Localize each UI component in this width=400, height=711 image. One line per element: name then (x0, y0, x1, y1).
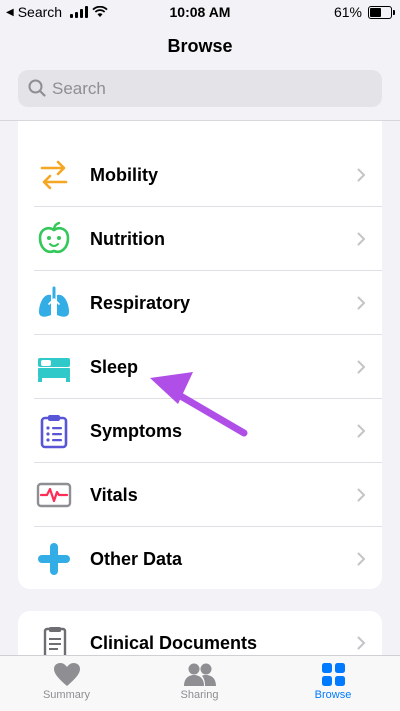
chevron-right-icon (357, 360, 366, 374)
category-row-vitals[interactable]: Vitals (18, 463, 382, 527)
clipboard-icon (40, 415, 68, 449)
page-title: Browse (167, 36, 233, 56)
lungs-icon (39, 286, 69, 317)
tab-summary[interactable]: Summary (0, 656, 133, 711)
chevron-right-icon (357, 296, 366, 310)
category-label: Other Data (90, 549, 183, 569)
category-row-symptoms[interactable]: Symptoms (18, 399, 382, 463)
search-icon (28, 79, 46, 97)
category-row-nutrition[interactable]: Nutrition (18, 207, 382, 271)
battery-percent: 61% (333, 4, 362, 20)
plus-icon (38, 543, 70, 575)
category-label: Respiratory (90, 293, 191, 313)
tab-label: Browse (314, 689, 352, 701)
apple-icon (38, 221, 70, 254)
category-label: Nutrition (90, 229, 165, 249)
tab-label: Summary (42, 689, 91, 701)
bed-icon (38, 358, 70, 382)
search-bar[interactable] (18, 70, 382, 107)
category-label: Sleep (90, 357, 139, 377)
battery-icon (368, 5, 395, 19)
grid-icon (321, 663, 345, 686)
chevron-right-icon (357, 424, 366, 438)
category-label: Symptoms (90, 421, 183, 441)
category-row-sleep[interactable]: Sleep (18, 335, 382, 399)
chevron-right-icon (357, 636, 366, 650)
tab-label: Sharing (180, 689, 219, 701)
chevron-right-icon (357, 168, 366, 182)
chevron-right-icon (357, 232, 366, 246)
people-icon (183, 663, 216, 686)
mobility-arrows-icon (40, 160, 68, 190)
heartbeat-monitor-icon (36, 482, 72, 508)
chevron-right-icon (357, 552, 366, 566)
heart-icon (53, 663, 80, 686)
partial-row-icon (40, 121, 70, 125)
category-label: Mobility (90, 165, 158, 185)
category-row-other-data[interactable]: Other Data (18, 527, 382, 589)
category-row-respiratory[interactable]: Respiratory (18, 271, 382, 335)
tab-sharing[interactable]: Sharing (133, 656, 266, 711)
search-input[interactable] (50, 70, 372, 107)
category-row-mobility[interactable]: Mobility (18, 143, 382, 207)
tab-bar: Summary Sharing Browse (0, 655, 400, 711)
category-label: Vitals (90, 485, 138, 505)
chevron-right-icon (357, 488, 366, 502)
health-categories-list: Mobility Nutrition Respiratory Sleep Sym… (18, 121, 382, 589)
tab-browse[interactable]: Browse (266, 656, 400, 711)
status-bar: ◀ Search 10:08 AM 61% (0, 0, 400, 26)
